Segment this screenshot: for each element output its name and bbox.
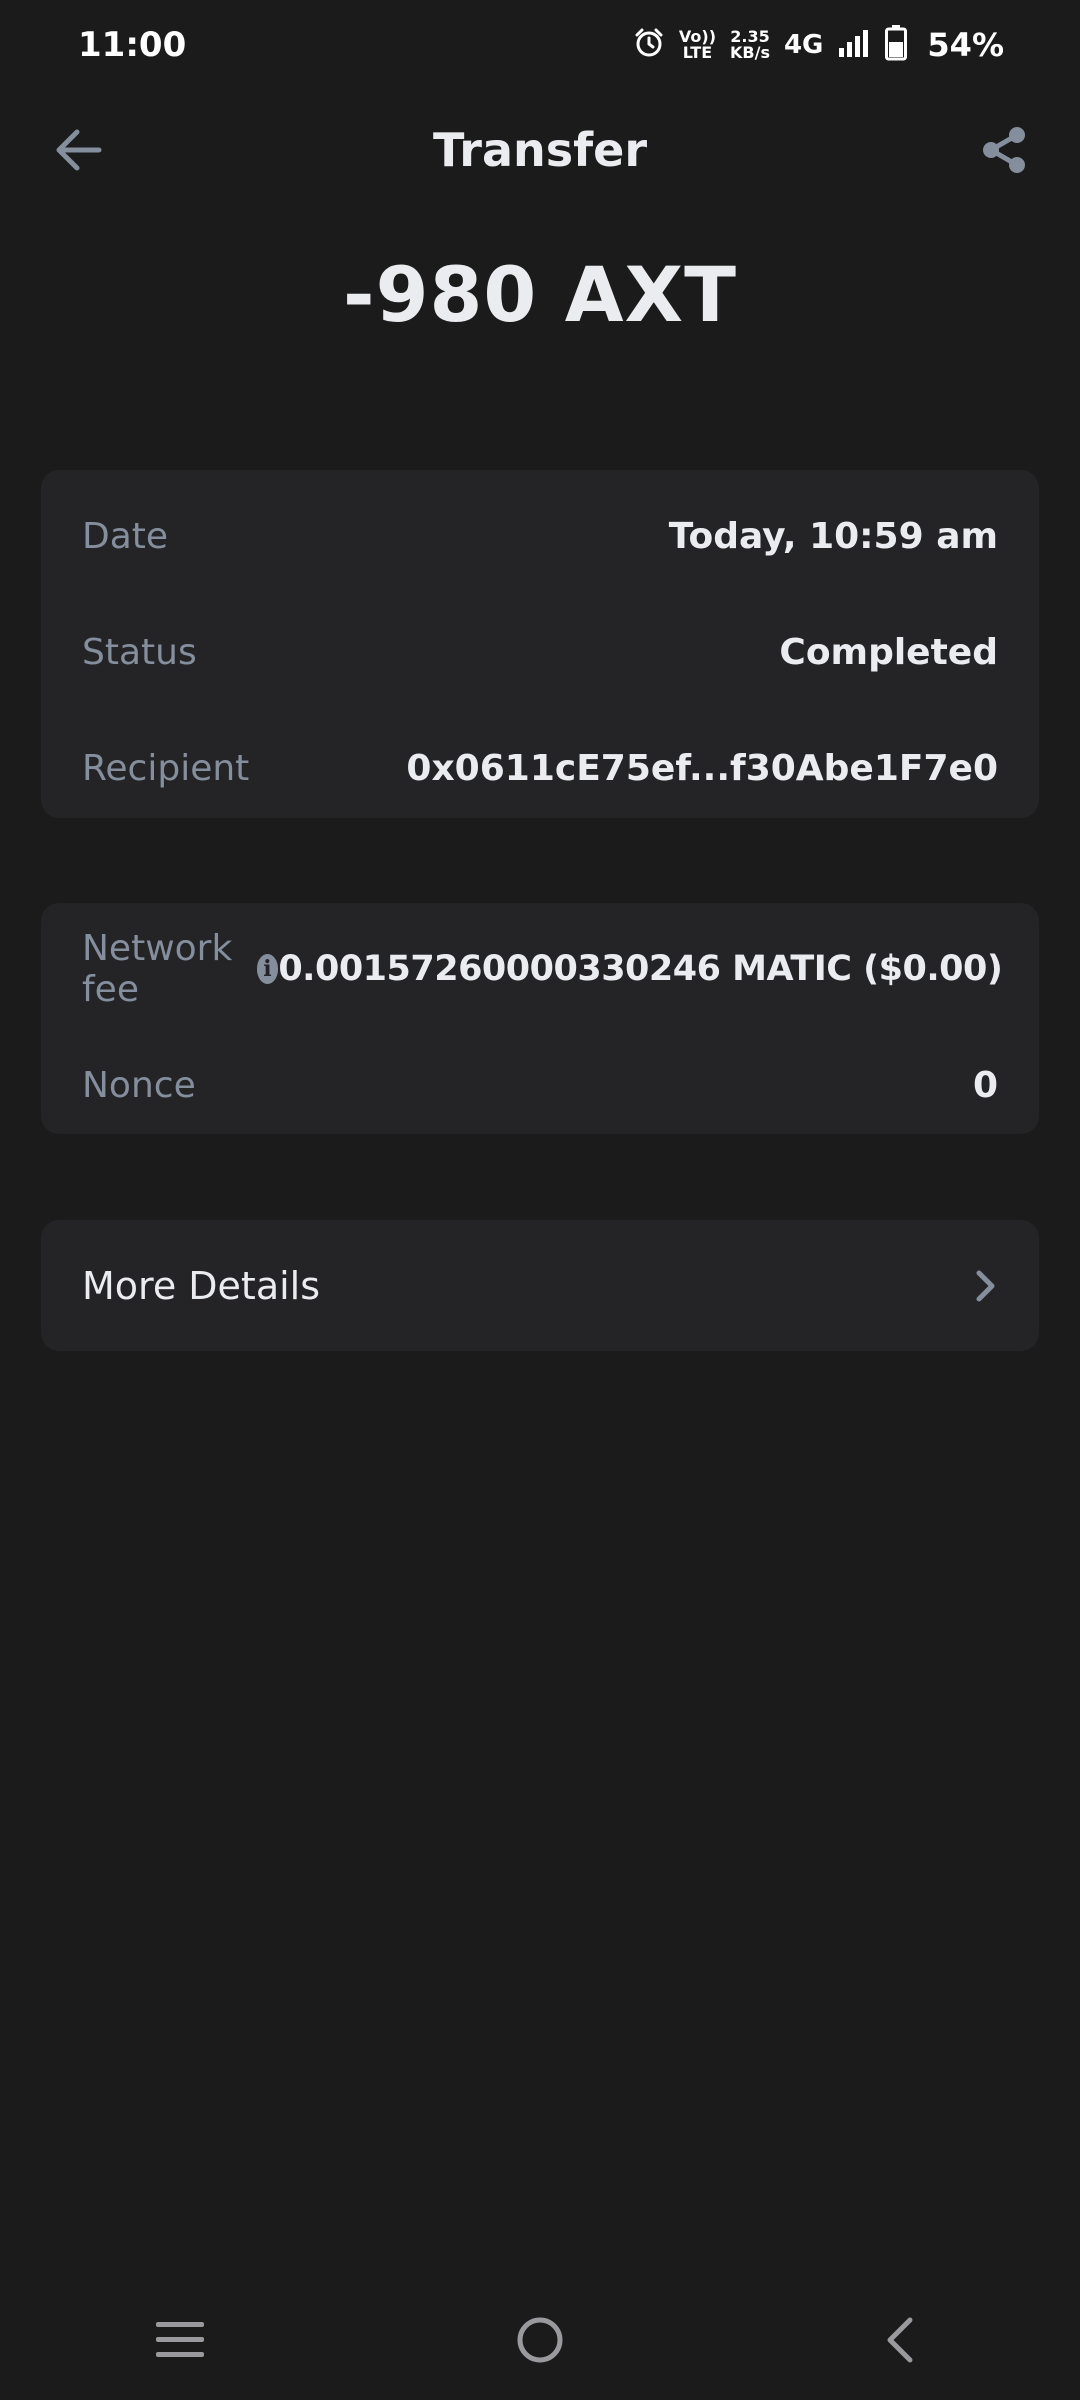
battery-icon	[885, 25, 908, 65]
system-nav-bar	[0, 2290, 1080, 2390]
more-details-button[interactable]: More Details	[41, 1220, 1039, 1351]
status-time: 11:00	[78, 25, 187, 65]
chevron-right-icon	[976, 1270, 995, 1301]
app-header: Transfer	[0, 100, 1080, 200]
transfer-detail-screen: 11:00 Vo)) LTE 2.35 KB/s 4G 54% Transfer…	[0, 0, 1080, 2400]
recipient-label: Recipient	[82, 747, 250, 789]
more-details-label: More Details	[82, 1263, 321, 1308]
detail-row-recipient[interactable]: Recipient 0x0611cE75ef...f30Abe1F7e0	[41, 710, 1039, 826]
detail-row-status: Status Completed	[41, 594, 1039, 710]
info-icon[interactable]: i	[256, 954, 279, 984]
network-fee-label-text: Network fee	[82, 928, 233, 1010]
home-circle-icon	[517, 2317, 563, 2363]
page-title: Transfer	[432, 123, 648, 177]
battery-percent: 54%	[927, 26, 1004, 64]
signal-icon	[837, 28, 871, 62]
recipient-address[interactable]: 0x0611cE75ef...f30Abe1F7e0	[406, 748, 998, 789]
status-bar: 11:00 Vo)) LTE 2.35 KB/s 4G 54%	[0, 0, 1080, 90]
alarm-icon	[633, 27, 665, 63]
share-icon	[983, 127, 1025, 173]
recent-apps-button[interactable]	[135, 2295, 225, 2385]
status-value: Completed	[779, 631, 998, 673]
back-button[interactable]	[48, 122, 108, 178]
date-value: Today, 10:59 am	[668, 515, 998, 557]
status-label: Status	[82, 631, 197, 673]
detail-row-network-fee: Network fee i 0.00157260000330246 MATIC …	[41, 911, 1039, 1027]
network-type: 4G	[783, 30, 824, 60]
share-button[interactable]	[974, 122, 1034, 178]
back-chevron-icon	[887, 2317, 913, 2363]
details-card: Date Today, 10:59 am Status Completed Re…	[41, 470, 1039, 818]
system-back-button[interactable]	[855, 2295, 945, 2385]
network-speed: 2.35 KB/s	[730, 27, 770, 62]
fee-card: Network fee i 0.00157260000330246 MATIC …	[41, 903, 1039, 1134]
network-fee-value: 0.00157260000330246 MATIC ($0.00)	[278, 949, 1003, 989]
nonce-value: 0	[972, 1064, 998, 1106]
volte-indicator: Vo)) LTE	[678, 27, 716, 62]
date-label: Date	[82, 515, 169, 557]
home-button[interactable]	[495, 2295, 585, 2385]
network-fee-label: Network fee i	[82, 928, 279, 1010]
transfer-amount: -980 AXT	[343, 250, 737, 339]
more-details-row[interactable]: More Details	[41, 1220, 1039, 1351]
detail-row-nonce: Nonce 0	[41, 1027, 1039, 1143]
status-icons: Vo)) LTE 2.35 KB/s 4G 54%	[633, 25, 1004, 65]
menu-icon	[156, 2322, 204, 2357]
arrow-left-icon	[56, 129, 102, 171]
detail-row-date: Date Today, 10:59 am	[41, 478, 1039, 594]
nonce-label: Nonce	[82, 1064, 196, 1106]
